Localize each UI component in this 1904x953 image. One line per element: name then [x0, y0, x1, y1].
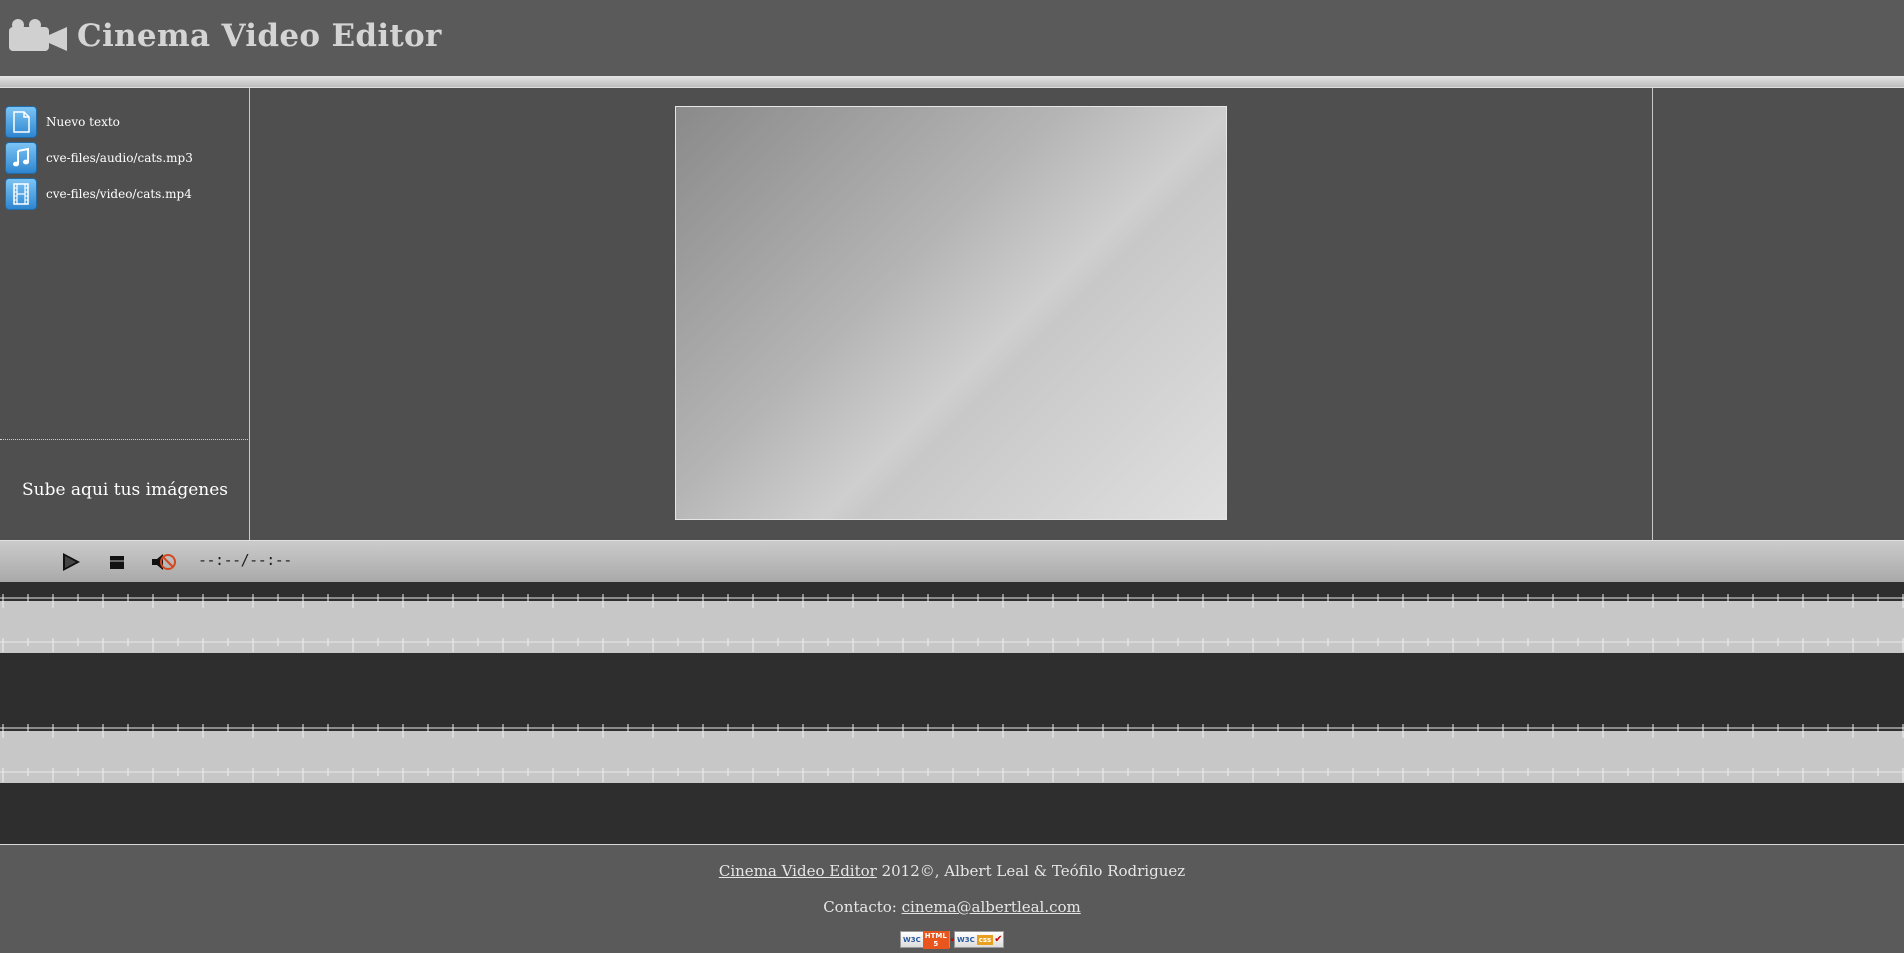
video-camera-icon: [9, 19, 67, 51]
document-icon: [5, 106, 37, 138]
timeline-ruler-bottom-1: [0, 638, 1904, 652]
copyright-text: 2012©, Albert Leal & Teófilo Rodriguez: [876, 862, 1186, 880]
playback-controls: --:--/--:--: [0, 540, 1904, 582]
validation-badges: W3C HTML 5 ✔ W3C css ✔: [0, 930, 1904, 949]
file-list: Nuevo texto cve-files/audio/cats.mp3 cve…: [0, 104, 250, 212]
badge-kind-text: HTML 5: [922, 930, 949, 949]
mute-button[interactable]: [151, 550, 177, 574]
sidebar-item-new-text[interactable]: Nuevo texto: [0, 104, 250, 140]
check-icon: ✔: [994, 934, 1003, 945]
contact-label: Contacto:: [823, 898, 902, 916]
stop-icon: [110, 556, 124, 569]
footer-contact: Contacto: cinema@albertleal.com: [0, 898, 1904, 916]
video-preview[interactable]: [675, 106, 1227, 520]
footer-home-link[interactable]: Cinema Video Editor: [719, 862, 877, 880]
properties-panel: [1652, 88, 1904, 540]
workspace: Nuevo texto cve-files/audio/cats.mp3 cve…: [0, 88, 1904, 540]
music-note-icon: [5, 142, 37, 174]
app-title: Cinema Video Editor: [77, 18, 442, 54]
timeline-ruler-bottom-2: [0, 768, 1904, 782]
contact-email-link[interactable]: cinema@albertleal.com: [902, 898, 1081, 916]
stop-button[interactable]: [104, 550, 130, 574]
time-display: --:--/--:--: [198, 551, 292, 569]
footer: Cinema Video Editor 2012©, Albert Leal &…: [0, 844, 1904, 953]
w3c-css-badge[interactable]: W3C css ✔: [954, 931, 1004, 948]
w3c-html5-badge[interactable]: W3C HTML 5 ✔: [900, 930, 958, 949]
sidebar-item-label: cve-files/audio/cats.mp3: [46, 151, 193, 165]
badge-w3c-text: W3C: [903, 935, 921, 944]
badge-kind-text: css: [976, 934, 994, 945]
timeline-ruler-top-2: [0, 724, 1904, 738]
badge-w3c-text: W3C: [957, 935, 975, 944]
play-icon: [63, 553, 80, 571]
mute-icon: [152, 554, 176, 570]
app-header: Cinema Video Editor: [0, 0, 1904, 76]
play-button[interactable]: [58, 550, 84, 574]
upload-images-dropzone[interactable]: Sube aqui tus imágenes: [0, 480, 250, 500]
header-divider-bar: [0, 76, 1904, 88]
sidebar: Nuevo texto cve-files/audio/cats.mp3 cve…: [0, 88, 250, 540]
sidebar-item-audio-file[interactable]: cve-files/audio/cats.mp3: [0, 140, 250, 176]
film-icon: [5, 178, 37, 210]
sidebar-item-label: Nuevo texto: [46, 115, 120, 129]
timeline[interactable]: [0, 582, 1904, 844]
timeline-ruler-top-1: [0, 594, 1904, 608]
footer-copyright: Cinema Video Editor 2012©, Albert Leal &…: [0, 862, 1904, 880]
sidebar-item-label: cve-files/video/cats.mp4: [46, 187, 192, 201]
sidebar-item-video-file[interactable]: cve-files/video/cats.mp4: [0, 176, 250, 212]
upload-divider: [0, 439, 250, 440]
